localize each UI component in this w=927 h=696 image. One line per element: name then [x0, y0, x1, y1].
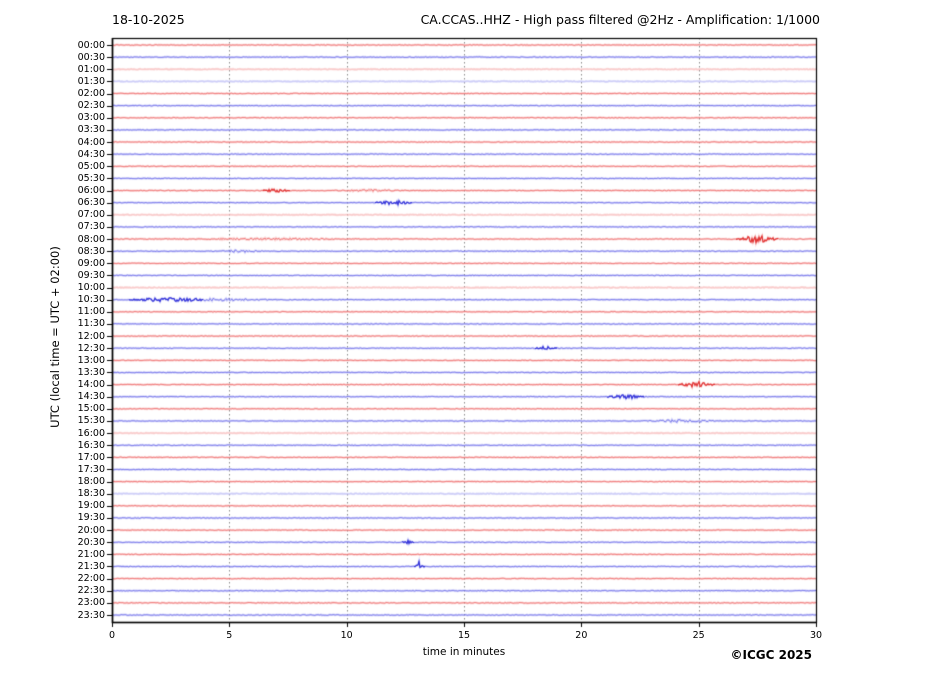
y-tick-label: 16:30: [77, 439, 105, 451]
x-tick-label: 0: [108, 630, 116, 641]
y-tick-label: 18:00: [77, 476, 105, 488]
y-tick-label: 13:00: [77, 354, 105, 366]
helicorder-figure: 18-10-2025 CA.CCAS..HHZ - High pass filt…: [0, 0, 927, 696]
y-tick-label: 03:00: [77, 112, 105, 124]
y-tick-label: 14:00: [77, 379, 105, 391]
y-tick-label: 22:00: [77, 573, 105, 585]
y-tick-label: 17:30: [77, 463, 105, 475]
y-tick-label: 11:00: [77, 306, 105, 318]
y-tick-label: 08:00: [77, 233, 105, 245]
y-tick-label: 18:30: [77, 488, 105, 500]
x-axis-label: time in minutes: [422, 646, 506, 658]
y-tick-label: 13:30: [77, 366, 105, 378]
y-tick-label: 04:30: [77, 148, 105, 160]
x-tick-label: 5: [226, 630, 233, 641]
y-tick-label: 19:00: [77, 500, 105, 512]
y-tick-label: 15:00: [77, 403, 105, 415]
y-tick-label: 06:00: [77, 185, 105, 197]
y-tick-label: 00:00: [77, 39, 105, 51]
y-tick-label: 23:30: [77, 609, 105, 621]
y-tick-label: 20:00: [77, 524, 105, 536]
y-tick-label: 21:30: [77, 560, 105, 572]
y-tick-label: 21:00: [77, 548, 105, 560]
y-tick-label: 20:30: [77, 536, 105, 548]
x-tick-label: 15: [457, 630, 471, 641]
y-tick-label: 19:30: [77, 512, 105, 524]
y-tick-label: 09:00: [77, 257, 105, 269]
y-tick-label: 12:30: [77, 342, 105, 354]
x-tick-label: 30: [809, 630, 823, 641]
y-tick-label: 07:30: [77, 221, 105, 233]
y-tick-label: 04:00: [77, 136, 105, 148]
y-tick-label: 02:30: [77, 100, 105, 112]
x-tick-label: 25: [692, 630, 705, 641]
y-tick-label: 16:00: [77, 427, 105, 439]
y-tick-label: 05:30: [77, 172, 105, 184]
y-tick-label: 07:00: [77, 209, 105, 221]
y-tick-label: 02:00: [77, 88, 105, 99]
y-tick-label: 01:00: [77, 63, 105, 75]
y-tick-label: 14:30: [77, 391, 105, 403]
y-tick-label: 09:30: [77, 269, 105, 281]
y-tick-label: 15:30: [77, 415, 105, 427]
y-tick-label: 11:30: [77, 318, 105, 330]
y-tick-label: 23:00: [77, 597, 105, 609]
y-tick-label: 08:30: [77, 245, 105, 257]
y-tick-label: 10:30: [77, 294, 105, 306]
x-tick-label: 20: [575, 630, 588, 641]
y-tick-label: 12:00: [77, 330, 105, 342]
copyright-label: ©ICGC 2025: [730, 648, 812, 662]
y-tick-label: 10:00: [77, 282, 105, 294]
x-tick-label: 10: [340, 630, 353, 641]
helicorder-plot-canvas: [0, 0, 927, 696]
y-tick-label: 00:30: [77, 51, 105, 63]
y-tick-label: 05:00: [77, 160, 105, 172]
y-tick-label: 03:30: [77, 124, 105, 136]
y-tick-label: 01:30: [77, 75, 105, 87]
y-tick-label: 22:30: [77, 585, 105, 597]
y-tick-label: 17:00: [77, 451, 105, 463]
y-tick-label: 06:30: [77, 197, 105, 209]
